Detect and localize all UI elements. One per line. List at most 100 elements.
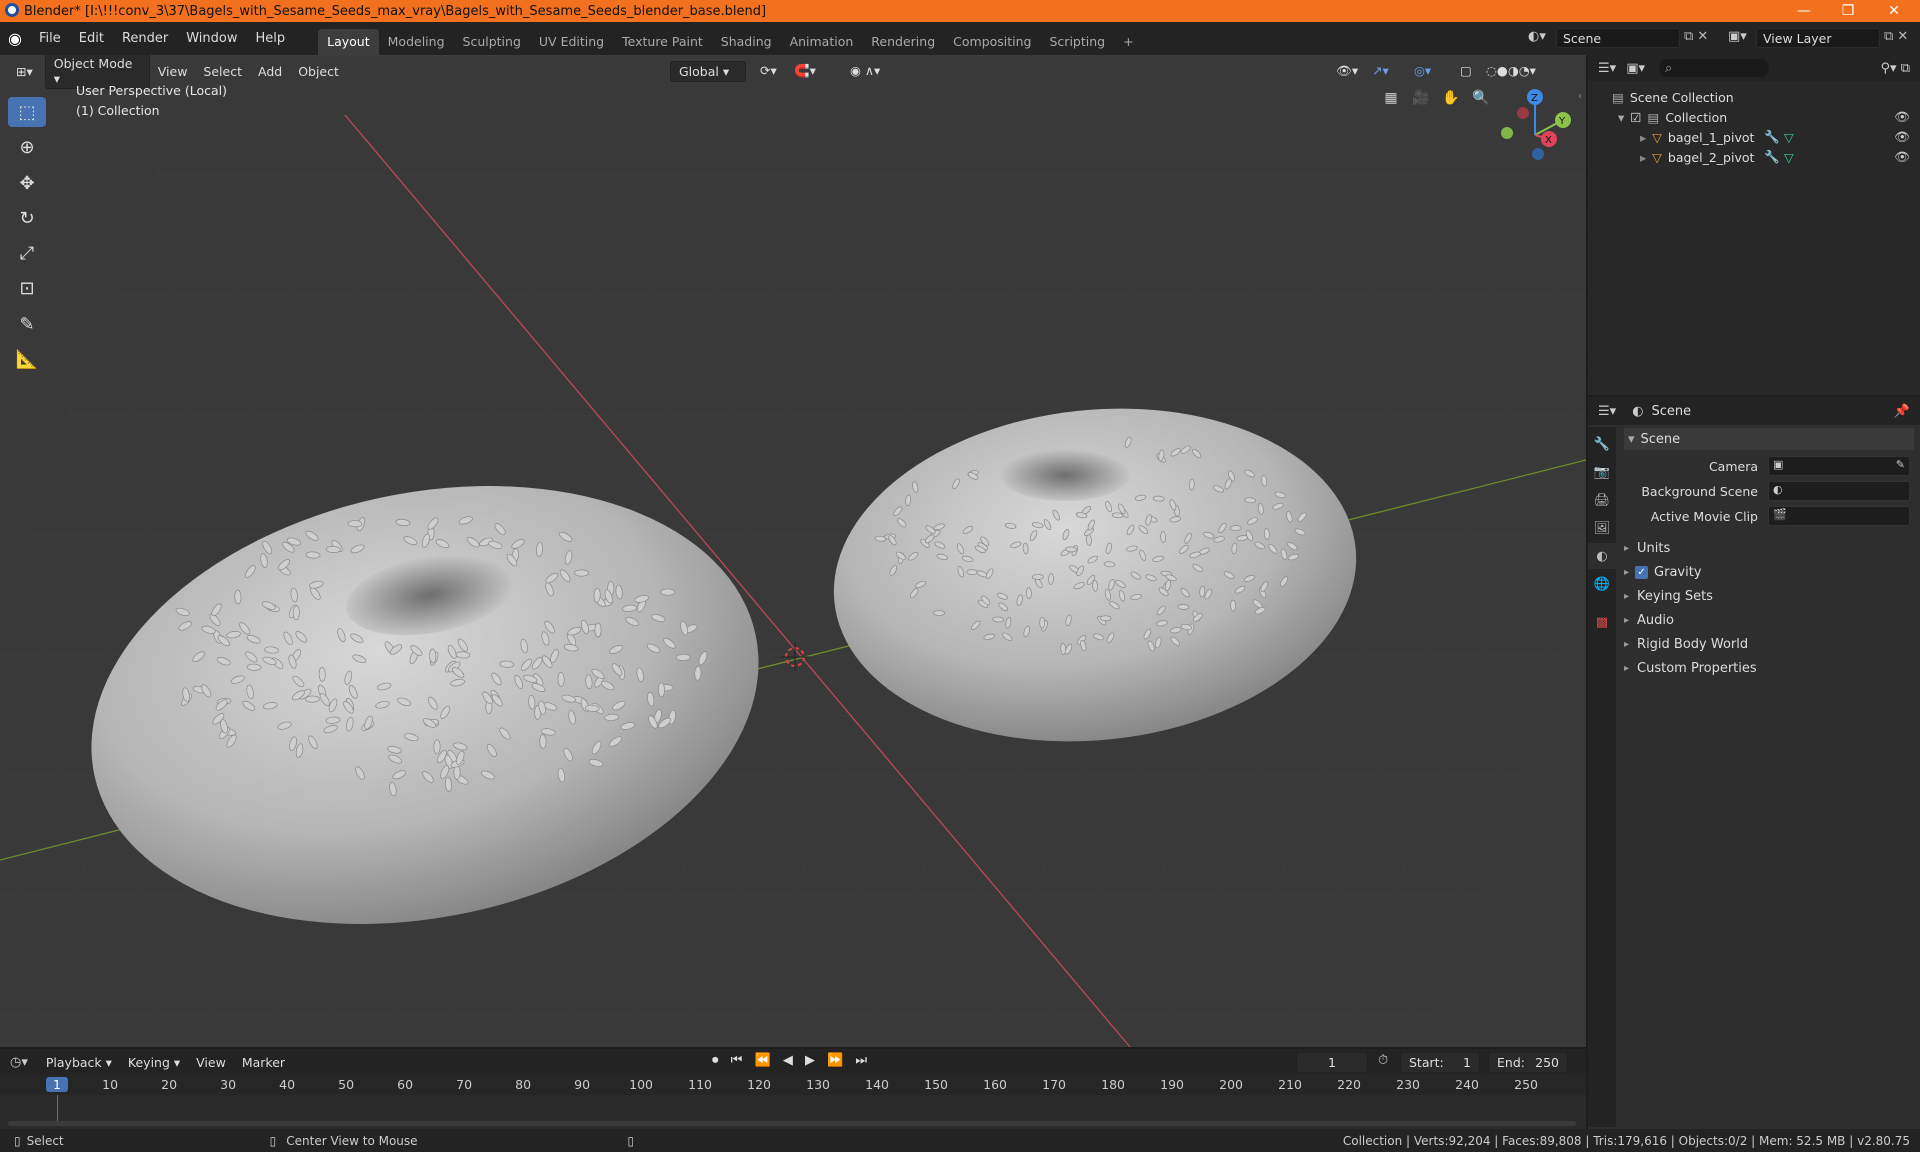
new-view-layer-icon[interactable]: ⧉ ✕ [1884,29,1908,44]
measure-tool-icon[interactable]: 📐 [8,344,46,374]
marker-menu[interactable]: Marker [234,1052,293,1073]
view-layer-browse-icon[interactable]: ▣▾ [1728,29,1747,44]
tab-modeling[interactable]: Modeling [379,29,454,55]
keying-sets-panel[interactable]: ▸ Keying Sets [1624,585,1713,607]
properties-editor-icon[interactable]: ☰▾ [1598,404,1616,419]
scale-tool-icon[interactable]: ⤢ [8,238,46,268]
next-keyframe-button[interactable]: ⏩ [827,1053,847,1068]
pan-view-icon[interactable]: ✋ [1438,85,1464,111]
expand-arrow-icon[interactable]: ▸ [1640,150,1646,165]
outliner-editor-icon[interactable]: ☰▾ [1598,61,1616,76]
sidebar-toggle-icon[interactable]: ‹ [1578,91,1582,102]
outliner-scene-collection[interactable]: ▤ Scene Collection [1588,87,1920,107]
tab-rendering[interactable]: Rendering [862,29,944,55]
world-tab-icon[interactable]: 🌐 [1588,571,1616,597]
overlays-icon[interactable]: ◎▾ [1406,60,1439,81]
record-button[interactable]: ⏺ [712,1053,723,1068]
current-frame-field[interactable]: 1 [1296,1052,1368,1073]
tab-layout[interactable]: Layout [318,28,379,55]
cursor-tool-icon[interactable]: ⊕ [8,132,46,162]
toggle-perspective-icon[interactable]: ▦ [1378,85,1404,111]
rotate-tool-icon[interactable]: ↻ [8,203,46,233]
modifier-icon[interactable]: 🔧 [1764,129,1780,145]
expand-arrow-icon[interactable]: ▾ [1618,110,1624,125]
new-scene-icon[interactable]: ⧉ ✕ [1684,29,1708,44]
play-reverse-button[interactable]: ◀ [783,1053,797,1068]
menu-add[interactable]: Add [250,61,290,82]
jump-end-button[interactable]: ⏭ [855,1053,871,1068]
gravity-checkbox[interactable]: ✓ [1635,565,1649,579]
timeline-view-menu[interactable]: View [188,1052,234,1073]
tab-scripting[interactable]: Scripting [1041,29,1115,55]
add-workspace-button[interactable]: + [1114,29,1142,55]
rigid-body-world-panel[interactable]: ▸ Rigid Body World [1624,633,1748,655]
timeline-editor-icon[interactable]: ◷▾ [10,1055,28,1070]
mesh-data-icon[interactable]: ▽ [1784,130,1794,145]
editor-type-icon[interactable]: ⊞▾ [8,61,41,82]
gizmo-toggle-icon[interactable]: ↗▾ [1364,60,1397,81]
background-scene-field[interactable]: ◐ [1768,481,1910,501]
eyedropper-icon[interactable]: ✎ [1896,458,1905,471]
select-box-tool-icon[interactable]: ⬚ [8,97,46,127]
keying-menu[interactable]: Keying ▾ [120,1052,188,1073]
proportional-edit-icon[interactable]: ◉ ∧▾ [842,60,888,81]
camera-view-icon[interactable]: 🎥 [1408,85,1434,111]
texture-tab-icon[interactable]: ▩ [1588,609,1616,635]
units-panel[interactable]: ▸ Units [1624,537,1670,559]
collection-checkbox[interactable]: ☑ [1630,110,1641,125]
menu-help[interactable]: Help [247,31,295,46]
tab-sculpting[interactable]: Sculpting [454,29,530,55]
close-button[interactable]: ✕ [1872,0,1916,22]
move-tool-icon[interactable]: ✥ [8,168,46,198]
custom-properties-panel[interactable]: ▸ Custom Properties [1624,657,1757,679]
filter-icon[interactable]: ⚲▾ ⧉ [1881,61,1910,76]
menu-object[interactable]: Object [290,61,347,82]
shading-modes-icon[interactable]: ◌●◑◔▾ [1478,60,1544,81]
tool-tab-icon[interactable]: 🔧 [1588,431,1616,457]
scene-panel-header[interactable]: ▾ Scene [1624,428,1914,450]
collection-eye-icon[interactable]: 👁 [1894,109,1910,125]
xray-icon[interactable]: ▢ [1452,60,1480,81]
maximize-button[interactable]: ❐ [1826,0,1870,22]
bagel-2-eye-icon[interactable]: 👁 [1894,149,1910,165]
zoom-view-icon[interactable]: 🔍 [1468,85,1494,111]
menu-view[interactable]: View [150,61,196,82]
frame-ruler[interactable]: 1 10 20 30 40 50 60 70 80 90 100 110 120 130 140 150 160… [0,1075,1586,1095]
timeline-scrollbar[interactable] [8,1121,1576,1126]
tab-animation[interactable]: Animation [781,29,863,55]
expand-arrow-icon[interactable]: ▸ [1640,130,1646,145]
menu-render[interactable]: Render [113,31,177,46]
outliner-item-bagel-1[interactable]: ▸ ▽ bagel_1_pivot 🔧 ▽ 👁 [1588,127,1920,147]
playhead-line[interactable] [57,1095,58,1123]
3d-viewport[interactable]: Z Y X ⊞▾ Object Mode ▾ View Select Add O… [0,55,1586,1047]
camera-field[interactable]: ▣ ✎ [1768,456,1910,476]
outliner-search[interactable]: ⌕ [1659,59,1769,77]
active-movie-clip-field[interactable]: 🎬 [1768,506,1910,526]
display-mode-icon[interactable]: ▣▾ [1626,61,1645,76]
menu-file[interactable]: File [30,31,70,46]
transform-tool-icon[interactable]: ⊡ [8,273,46,303]
tab-uv-editing[interactable]: UV Editing [530,29,613,55]
jump-start-button[interactable]: ⏮ [731,1053,747,1068]
outliner-item-bagel-2[interactable]: ▸ ▽ bagel_2_pivot 🔧 ▽ 👁 [1588,147,1920,167]
scene-name-field[interactable]: Scene [1556,28,1680,48]
tab-texture-paint[interactable]: Texture Paint [613,29,712,55]
gravity-panel[interactable]: ▸ ✓ Gravity [1624,561,1702,583]
menu-select[interactable]: Select [195,61,250,82]
blender-menu-icon[interactable]: ◉ [0,29,30,48]
scene-browse-icon[interactable]: ◐▾ [1528,29,1546,44]
mesh-data-icon[interactable]: ▽ [1784,150,1794,165]
start-frame-field[interactable]: Start: 1 [1400,1052,1480,1073]
snap-icon[interactable]: 🧲▾ [786,60,824,82]
playback-menu[interactable]: Playback ▾ [38,1052,120,1073]
view-layer-field[interactable]: View Layer [1756,28,1880,48]
pin-icon[interactable]: 📌 [1894,404,1910,419]
audio-panel[interactable]: ▸ Audio [1624,609,1674,631]
end-frame-field[interactable]: End: 250 [1488,1052,1568,1073]
modifier-icon[interactable]: 🔧 [1764,149,1780,165]
annotate-tool-icon[interactable]: ✎ [8,309,46,339]
tab-shading[interactable]: Shading [712,29,781,55]
visibility-icon[interactable]: 👁▾ [1328,60,1366,82]
tab-compositing[interactable]: Compositing [944,29,1040,55]
outliner-collection[interactable]: ▾ ☑ ▤ Collection 👁 [1588,107,1920,127]
